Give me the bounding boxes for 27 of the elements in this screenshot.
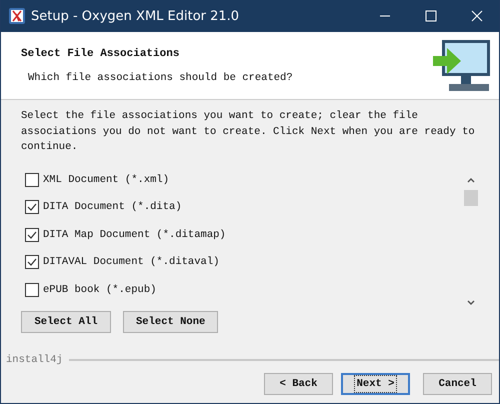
instructions-text: Select the file associations you want to create; clear the file associations you do not want to create. Click Next when you are ready to continue. [21, 109, 476, 155]
nav-button[interactable]: < Back [264, 372, 333, 394]
window-title: Setup - Oxygen XML Editor 21.0 [31, 8, 240, 24]
checkbox[interactable] [25, 282, 39, 296]
checkbox-label[interactable]: ePUB book (*.epub) [43, 284, 156, 296]
nav-button[interactable]: Cancel [423, 372, 492, 394]
scroll-down-icon[interactable] [466, 298, 476, 306]
checkbox[interactable] [25, 228, 39, 242]
checkbox-label[interactable]: DITAVAL Document (*.ditaval) [43, 256, 220, 268]
maximize-icon[interactable] [425, 10, 437, 22]
monitor-arrow-icon [433, 38, 491, 92]
checkbox[interactable] [25, 255, 39, 269]
nav-button[interactable]: Next > [341, 372, 410, 394]
close-icon[interactable] [471, 10, 483, 22]
checkbox-label[interactable]: DITA Document (*.dita) [43, 201, 182, 213]
checkbox-label[interactable]: DITA Map Document (*.ditamap) [43, 228, 226, 240]
app-icon [9, 8, 25, 24]
page-subtitle: Which file associations should be created? [28, 72, 293, 84]
checkbox[interactable] [25, 172, 39, 186]
page-title: Select File Associations [21, 48, 180, 60]
checkbox-label[interactable]: XML Document (*.xml) [43, 174, 170, 186]
scroll-up-icon[interactable] [466, 176, 476, 184]
scroll-thumb[interactable] [464, 190, 478, 206]
select-button[interactable]: Select None [123, 310, 218, 332]
checkbox[interactable] [25, 200, 39, 214]
select-button[interactable]: Select All [21, 310, 111, 332]
brand-label: install4j [6, 354, 63, 366]
